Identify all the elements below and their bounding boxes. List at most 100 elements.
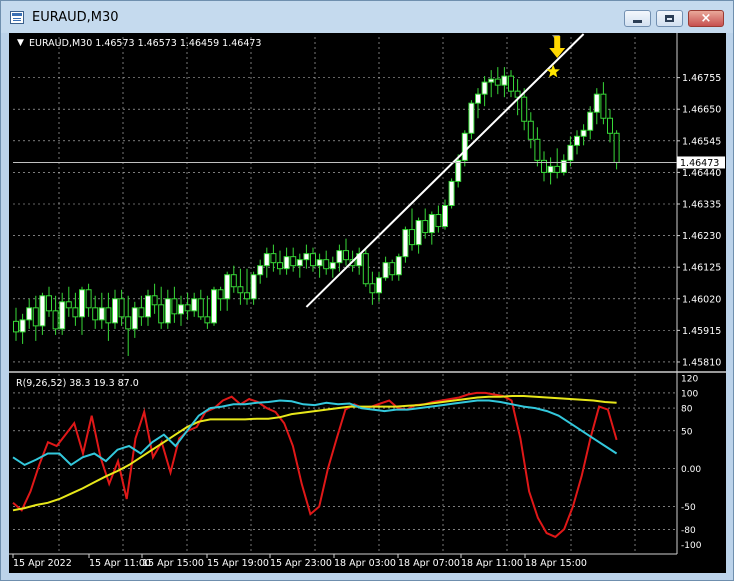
candle-body bbox=[277, 262, 283, 270]
candle-body bbox=[481, 81, 488, 95]
candle-body bbox=[475, 93, 481, 104]
candle-body bbox=[587, 111, 594, 131]
indicator-label: R(9,26,52) 38.3 19.3 87.0 bbox=[16, 378, 139, 389]
pane-separator bbox=[9, 33, 726, 555]
candle-body bbox=[461, 132, 468, 161]
title-bar[interactable]: EURAUD,M30 × bbox=[1, 1, 733, 33]
candle-body bbox=[554, 165, 561, 173]
candle-body bbox=[52, 310, 59, 330]
candle-body bbox=[65, 301, 72, 309]
price-label: 1.46230 bbox=[682, 231, 721, 242]
candle-body bbox=[574, 135, 580, 146]
candle-body bbox=[118, 298, 125, 318]
indicator-axis-label: -50 bbox=[681, 503, 696, 513]
candle-body bbox=[204, 316, 211, 324]
price-label: 1.46440 bbox=[682, 168, 721, 179]
chart-area[interactable]: 1.46755 1.46650 1.46545 1.46440 1.46335 1.462… bbox=[9, 33, 726, 573]
candle-body bbox=[494, 78, 501, 86]
candle-body bbox=[468, 102, 475, 134]
candle-body bbox=[290, 256, 297, 267]
candle-body bbox=[125, 316, 132, 330]
candle-body bbox=[184, 304, 191, 312]
signal-marker bbox=[546, 36, 566, 78]
maximize-icon bbox=[665, 15, 674, 22]
indicator-line-yellow bbox=[12, 395, 617, 512]
indicator-axis-label: 80 bbox=[681, 405, 693, 415]
time-label: 18 Apr 03:00 bbox=[334, 558, 396, 569]
candle-body bbox=[534, 138, 541, 161]
candle-body bbox=[72, 307, 79, 318]
time-label: 18 Apr 15:00 bbox=[525, 558, 587, 569]
candle-body bbox=[217, 289, 224, 300]
chart-header: EURAUD,M30 1.46573 1.46573 1.46459 1.464… bbox=[29, 38, 261, 49]
price-label: 1.46335 bbox=[682, 200, 721, 211]
price-label: 1.46125 bbox=[682, 263, 721, 274]
candle-body bbox=[237, 286, 244, 294]
candle-body bbox=[257, 265, 264, 276]
price-label: 1.46545 bbox=[682, 136, 721, 147]
price-label: 1.46020 bbox=[682, 294, 721, 305]
candle-body bbox=[151, 295, 158, 306]
terminal-window: EURAUD,M30 × 1.46755 1.46650 1.46545 1.4644… bbox=[0, 0, 734, 581]
candle-body bbox=[197, 298, 204, 318]
candle-body bbox=[580, 129, 587, 137]
indicator-axis-label: 100 bbox=[681, 389, 698, 399]
candle-body bbox=[508, 75, 514, 92]
current-price-label: 1.46473 bbox=[680, 158, 719, 169]
candles bbox=[13, 67, 620, 356]
candle-body bbox=[402, 229, 409, 258]
candle-body bbox=[85, 289, 92, 309]
time-label: 18 Apr 11:00 bbox=[461, 558, 523, 569]
window-title: EURAUD,M30 bbox=[32, 10, 119, 25]
candle-body bbox=[105, 307, 112, 324]
chart-canvas[interactable]: 1.46755 1.46650 1.46545 1.46440 1.46335 1.462… bbox=[9, 33, 726, 573]
candle-body bbox=[547, 165, 554, 173]
candle-body bbox=[613, 132, 620, 163]
candle-body bbox=[26, 307, 33, 321]
candle-body bbox=[448, 180, 455, 207]
maximize-button[interactable] bbox=[656, 10, 683, 27]
candle-body bbox=[435, 214, 442, 228]
candle-body bbox=[283, 256, 290, 270]
price-label: 1.45915 bbox=[682, 326, 721, 337]
indicator-axis-label: 0.00 bbox=[681, 465, 701, 475]
price-label: 1.46755 bbox=[682, 73, 721, 84]
candle-body bbox=[455, 159, 462, 182]
candle-body bbox=[250, 274, 257, 300]
candle-body bbox=[521, 96, 528, 122]
candle-body bbox=[336, 250, 343, 264]
price-label: 1.45810 bbox=[682, 357, 721, 368]
header-dropdown-icon[interactable]: ▼ bbox=[17, 38, 24, 48]
chart-window-icon bbox=[10, 11, 24, 24]
candle-body bbox=[316, 259, 323, 267]
time-label: 15 Apr 15:00 bbox=[142, 558, 204, 569]
time-label: 15 Apr 19:00 bbox=[207, 558, 269, 569]
candle-body bbox=[224, 274, 231, 300]
candle-body bbox=[343, 250, 349, 261]
minimize-button[interactable] bbox=[624, 10, 651, 27]
candle-body bbox=[376, 277, 382, 294]
candle-body bbox=[59, 301, 66, 330]
candle-body bbox=[230, 274, 237, 288]
candle-body bbox=[389, 262, 396, 276]
candle-body bbox=[138, 307, 145, 318]
candle-body bbox=[98, 307, 105, 321]
candle-body bbox=[145, 295, 151, 318]
indicator-axis-label: 120 bbox=[681, 374, 698, 384]
candle-body bbox=[362, 253, 369, 285]
candle-body bbox=[323, 259, 330, 270]
time-label: 18 Apr 07:00 bbox=[398, 558, 460, 569]
candle-body bbox=[428, 214, 435, 234]
candle-body bbox=[19, 319, 26, 333]
candle-body bbox=[422, 220, 429, 234]
candle-body bbox=[409, 229, 415, 246]
candle-body bbox=[46, 295, 52, 312]
candle-body bbox=[310, 253, 316, 267]
time-label: 15 Apr 2022 bbox=[13, 558, 72, 569]
price-label: 1.46650 bbox=[682, 105, 721, 116]
candle-body bbox=[395, 256, 402, 276]
candle-body bbox=[527, 120, 534, 140]
candle-body bbox=[13, 320, 19, 333]
close-button[interactable]: × bbox=[688, 10, 724, 27]
candle-body bbox=[415, 220, 422, 246]
